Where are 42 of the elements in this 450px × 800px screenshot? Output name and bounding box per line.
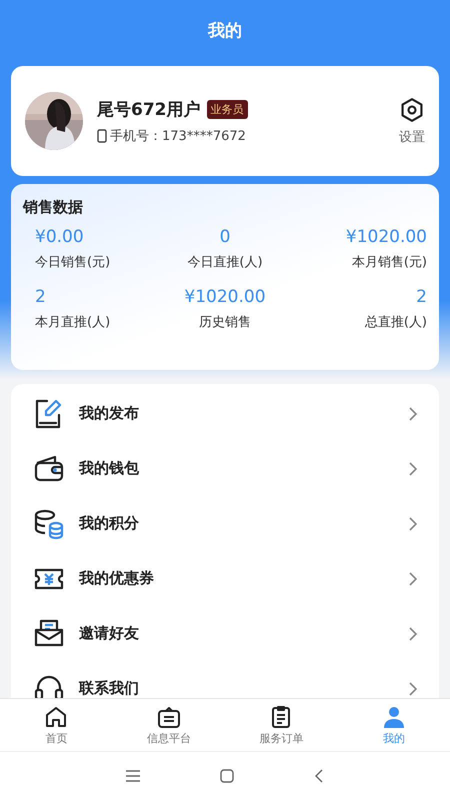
menu-item[interactable]: 我的积分 bbox=[11, 496, 439, 551]
settings-button[interactable]: 设置 bbox=[399, 96, 425, 146]
stat-label: 今日销售(元) bbox=[35, 254, 110, 271]
menu-icon[interactable] bbox=[126, 770, 140, 782]
chevron-right-icon bbox=[409, 682, 417, 696]
coins-icon bbox=[33, 508, 65, 540]
phone-number: 手机号：173****7672 bbox=[110, 128, 246, 144]
role-badge: 业务员 bbox=[206, 100, 248, 118]
menu-item[interactable]: 我的发布 bbox=[11, 386, 439, 441]
menu-item[interactable]: 我的钱包 bbox=[11, 441, 439, 496]
clipboard-icon bbox=[156, 704, 181, 728]
stat-label: 历史销售 bbox=[198, 314, 251, 331]
phone-icon bbox=[97, 128, 107, 142]
settings-icon bbox=[399, 96, 425, 122]
stat-label: 总直推(人) bbox=[364, 314, 427, 331]
chevron-right-icon bbox=[409, 462, 417, 476]
menu-item[interactable]: 邀请好友 bbox=[11, 606, 439, 661]
stat-label: 本月直推(人) bbox=[35, 314, 110, 331]
user-name: 尾号672用户 bbox=[97, 98, 200, 120]
home-icon bbox=[44, 704, 68, 728]
tab[interactable]: 首页 bbox=[0, 699, 112, 751]
chevron-right-icon bbox=[409, 572, 417, 586]
chevron-right-icon bbox=[409, 516, 417, 530]
section-title: 销售数据 bbox=[23, 198, 84, 217]
stat-value: ¥1020.00 bbox=[346, 227, 427, 247]
tab[interactable]: 信息平台 bbox=[112, 699, 225, 751]
stat-value: 0 bbox=[220, 227, 230, 247]
stat-label: 今日直推(人) bbox=[187, 254, 263, 271]
stat-label: 本月销售(元) bbox=[352, 254, 427, 271]
stat-value: 2 bbox=[416, 287, 427, 307]
chevron-right-icon bbox=[409, 406, 417, 420]
stat-value: ¥1020.00 bbox=[184, 287, 266, 307]
tab[interactable]: 服务订单 bbox=[225, 699, 338, 751]
chevron-right-icon bbox=[409, 626, 417, 640]
home-button-icon[interactable] bbox=[220, 769, 234, 783]
menu-item[interactable]: 联系我们 bbox=[11, 661, 439, 698]
menu-item[interactable]: 我的优惠券 bbox=[11, 551, 439, 606]
person-icon bbox=[382, 704, 406, 728]
back-icon[interactable] bbox=[314, 769, 324, 783]
stat-value: 2 bbox=[35, 287, 46, 307]
stat-value: ¥0.00 bbox=[35, 227, 84, 247]
page-title: 我的 bbox=[208, 20, 242, 42]
